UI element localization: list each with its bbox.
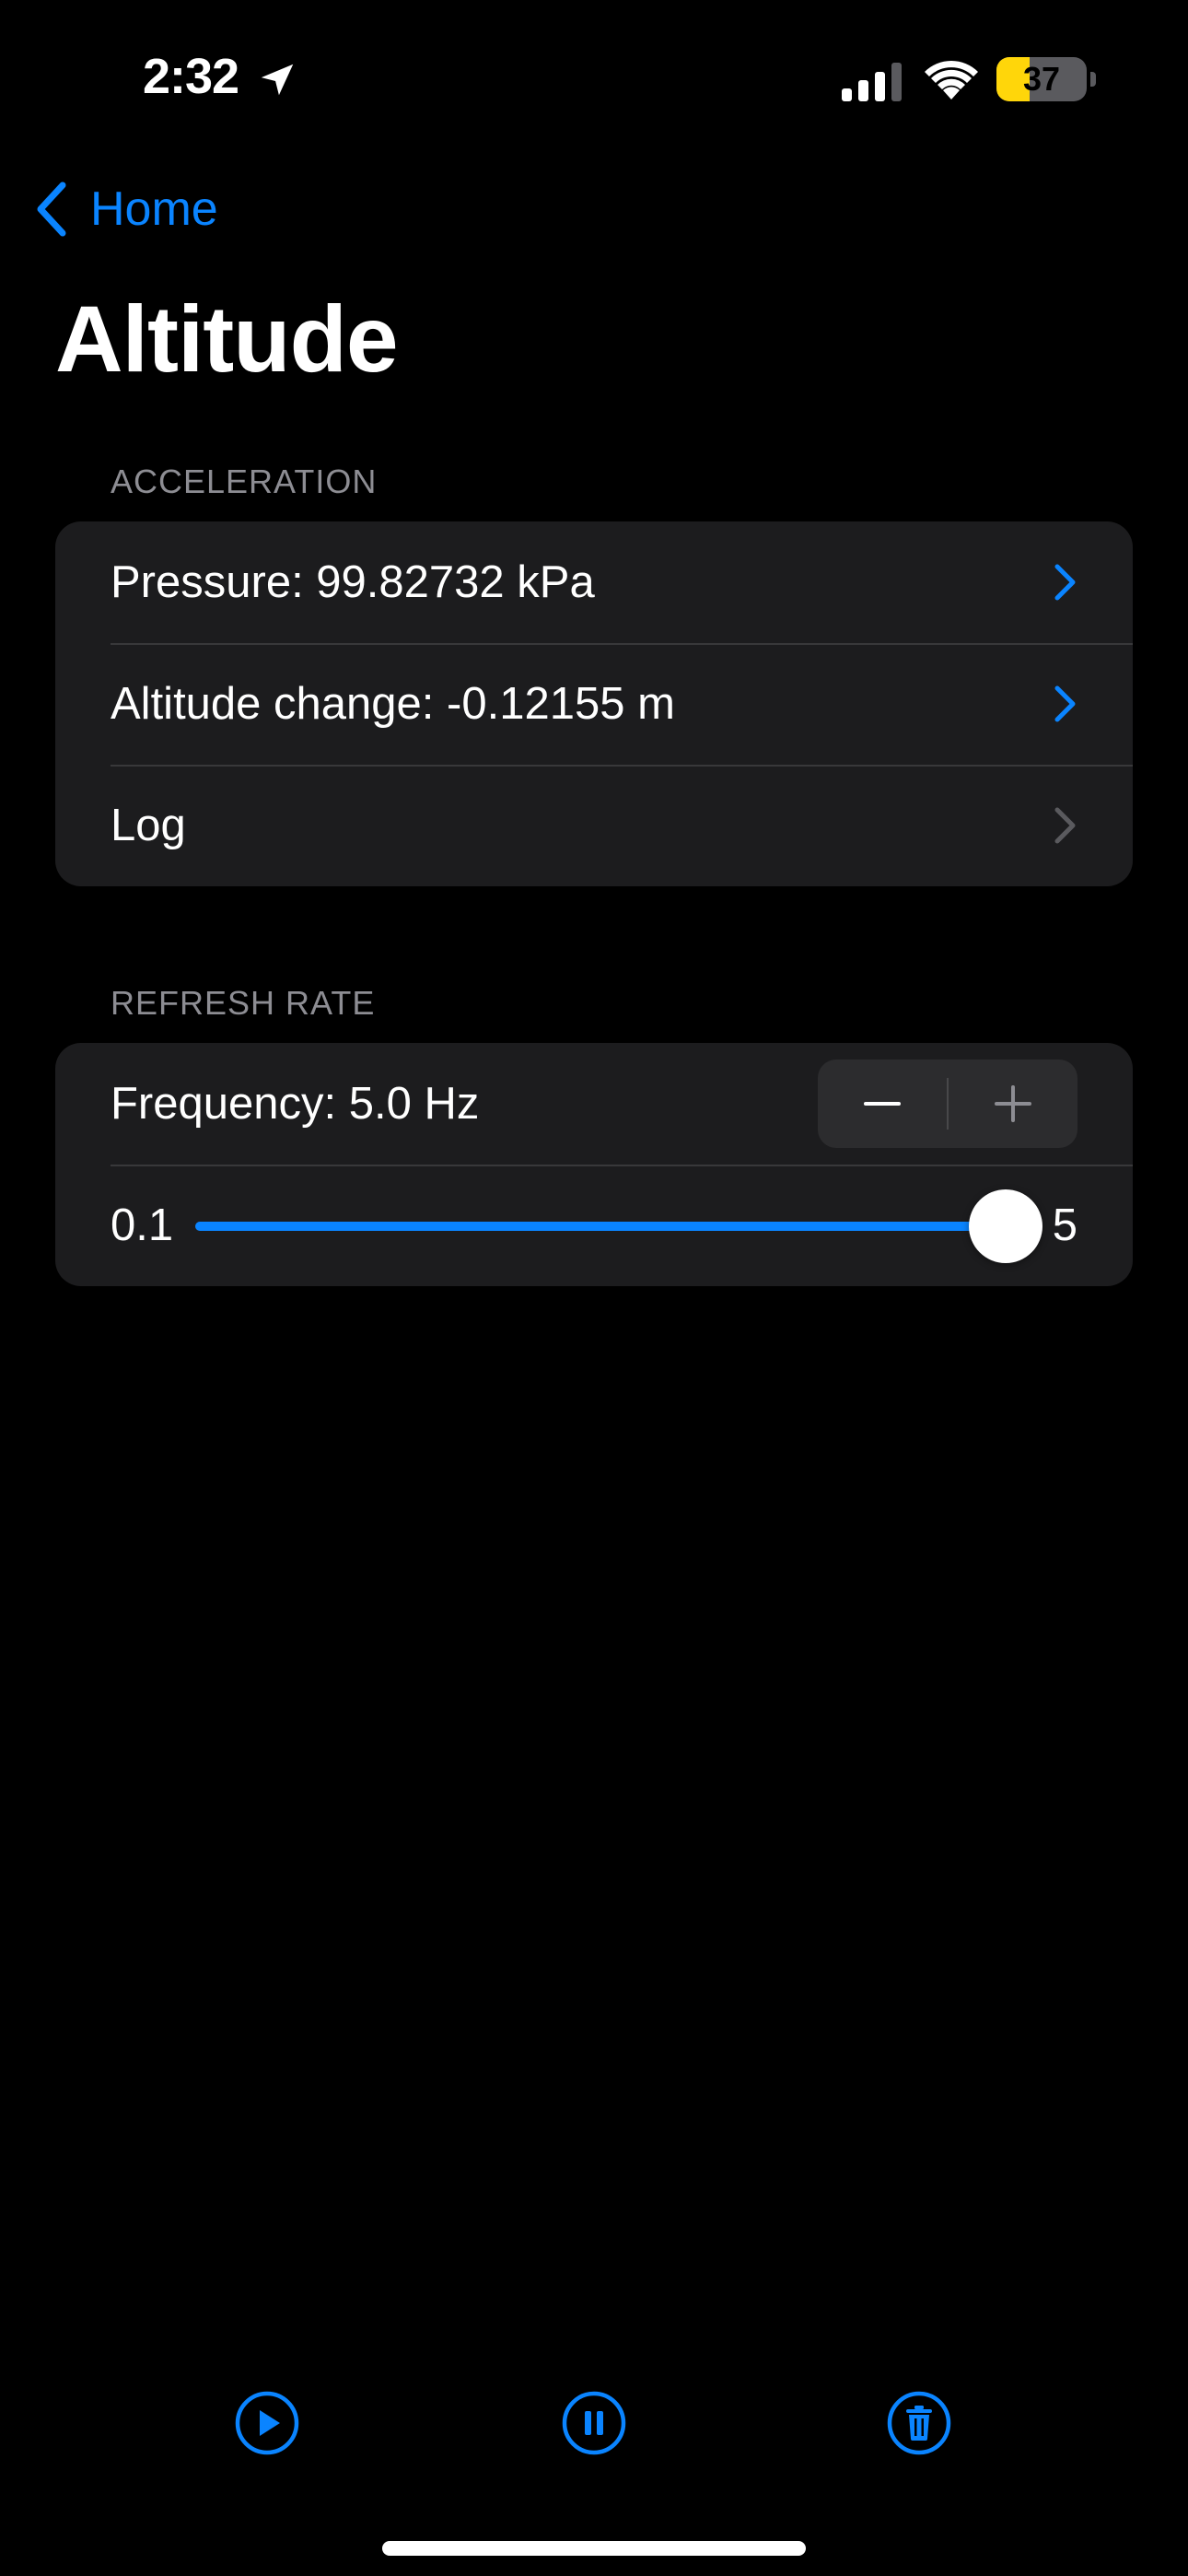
pressure-row[interactable]: Pressure: 99.82732 kPa	[55, 521, 1133, 643]
play-icon[interactable]	[234, 2390, 300, 2456]
frequency-slider[interactable]	[195, 1189, 1042, 1263]
plus-icon	[994, 1085, 1031, 1122]
page-title: Altitude	[55, 287, 399, 392]
pressure-label: Pressure: 99.82732 kPa	[111, 557, 595, 607]
back-button[interactable]: Home	[33, 177, 218, 241]
log-row[interactable]: Log	[55, 765, 1133, 886]
chevron-right-icon	[1054, 807, 1076, 844]
altitude-change-row[interactable]: Altitude change: -0.12155 m	[55, 643, 1133, 765]
minus-icon	[864, 1102, 901, 1106]
slider-min-label: 0.1	[111, 1200, 174, 1250]
chevron-right-icon	[1054, 564, 1076, 601]
slider-row: 0.1 5	[55, 1165, 1133, 1286]
frequency-row: Frequency: 5.0 Hz	[55, 1043, 1133, 1165]
trash-icon[interactable]	[886, 2390, 952, 2456]
acceleration-group: Pressure: 99.82732 kPa Altitude change: …	[55, 521, 1133, 886]
stepper-increment-button[interactable]	[949, 1060, 1077, 1148]
stepper-decrement-button[interactable]	[818, 1060, 947, 1148]
altitude-change-label: Altitude change: -0.12155 m	[111, 679, 675, 729]
pause-icon[interactable]	[561, 2390, 627, 2456]
slider-fill	[195, 1222, 1006, 1231]
back-label: Home	[90, 182, 218, 236]
status-time: 2:32	[143, 49, 239, 104]
chevron-right-icon	[1054, 685, 1076, 722]
battery-icon: 37	[996, 57, 1087, 101]
section-header-acceleration: ACCELERATION	[111, 463, 378, 500]
chevron-left-icon	[37, 181, 66, 237]
status-bar: 2:32 37	[0, 0, 1188, 157]
section-header-refresh-rate: REFRESH RATE	[111, 984, 376, 1022]
battery-level: 37	[1022, 60, 1061, 98]
slider-max-label: 5	[1052, 1200, 1077, 1250]
wifi-icon	[925, 60, 978, 100]
location-arrow-icon	[261, 64, 294, 96]
slider-thumb[interactable]	[969, 1189, 1042, 1263]
frequency-stepper[interactable]	[818, 1060, 1077, 1148]
home-indicator	[382, 2541, 806, 2556]
cellular-signal-icon	[842, 63, 902, 101]
log-label: Log	[111, 801, 186, 850]
refresh-rate-group: Frequency: 5.0 Hz 0.1 5	[55, 1043, 1133, 1286]
battery-cap	[1090, 72, 1096, 87]
